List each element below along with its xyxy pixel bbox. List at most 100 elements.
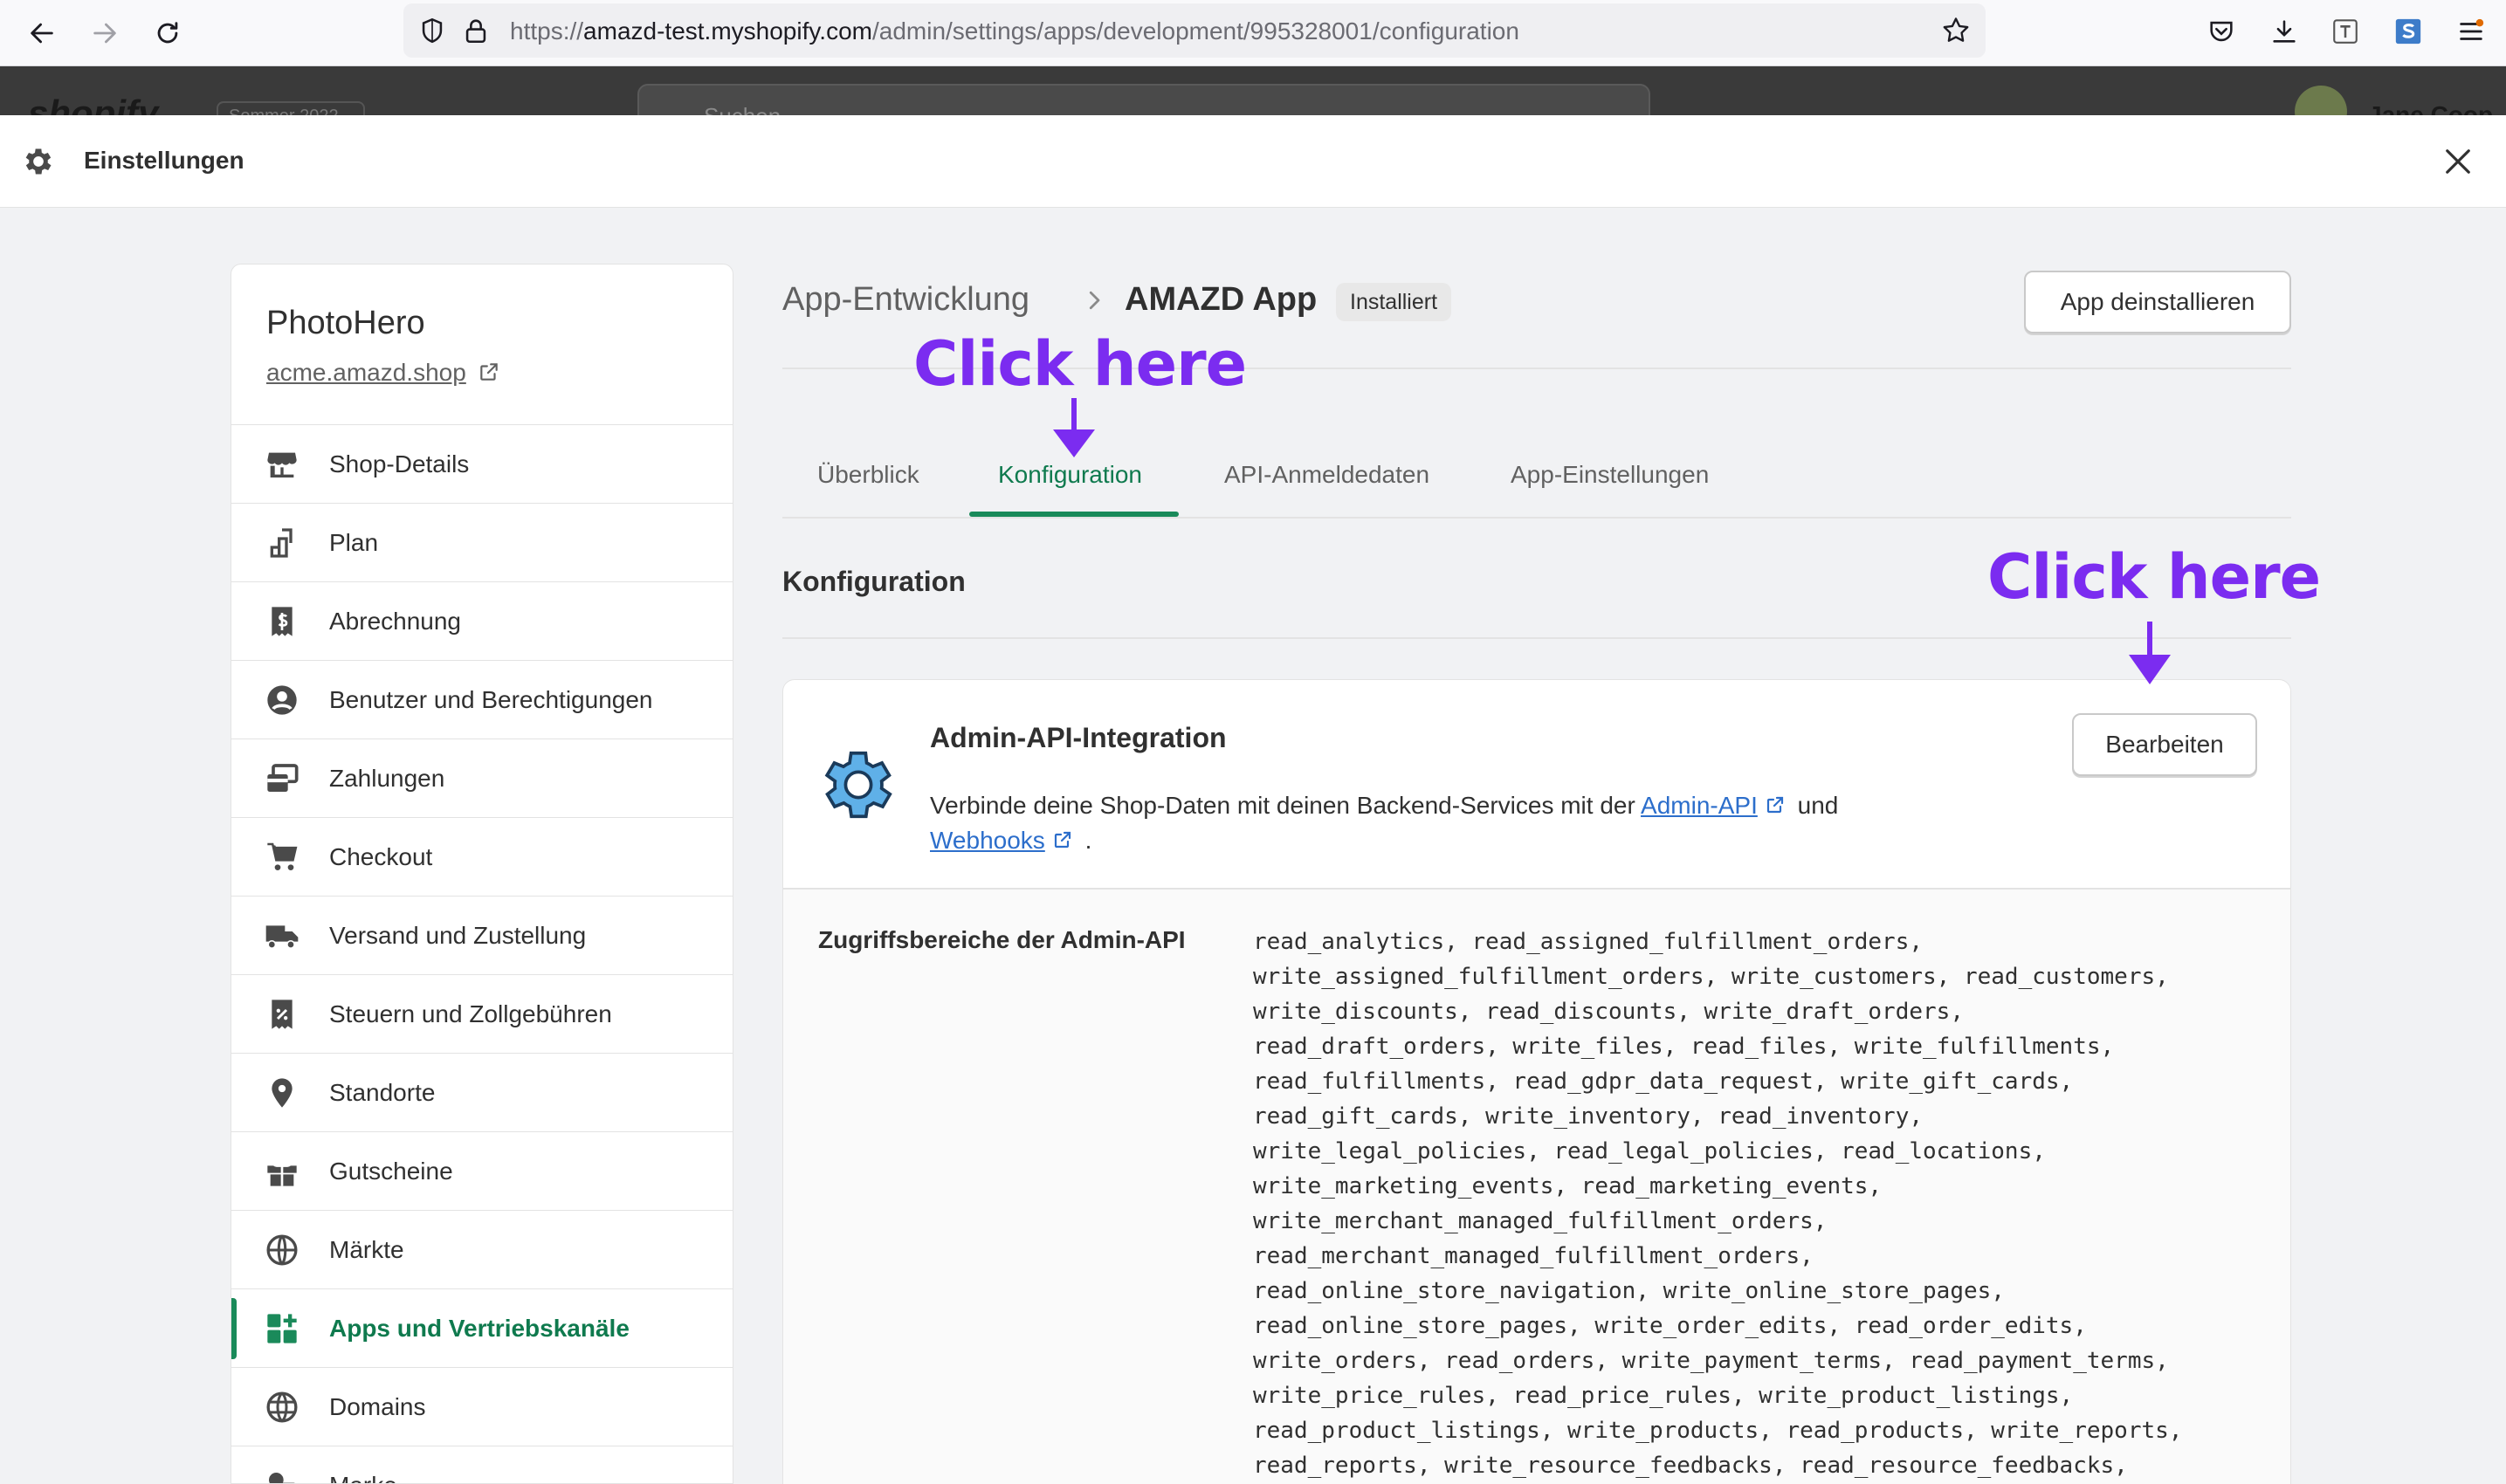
domain-globe-icon — [266, 1391, 298, 1423]
sidebar-item-taxes[interactable]: Steuern und Zollgebühren — [231, 975, 733, 1054]
tax-icon — [272, 1000, 293, 1029]
sidebar-item-shipping[interactable]: Versand und Zustellung — [231, 897, 733, 975]
settings-sidebar: PhotoHero acme.amazd.shop Shop-Details P… — [231, 264, 733, 1484]
text-extension-icon — [2333, 19, 2358, 44]
back-button[interactable] — [21, 12, 63, 54]
downloads-button[interactable] — [2267, 14, 2302, 49]
tab-api-credentials[interactable]: API-Anmeldedaten — [1224, 461, 1429, 489]
reload-icon — [157, 22, 178, 44]
sidebar-item-users[interactable]: Benutzer und Berechtigungen — [231, 661, 733, 739]
webhooks-link[interactable]: Webhooks — [930, 827, 1045, 854]
sidebar-item-label: Checkout — [329, 843, 433, 870]
close-icon[interactable] — [2440, 143, 2476, 180]
pocket-button[interactable] — [2204, 14, 2239, 49]
sidebar-item-gift-cards[interactable]: Gutscheine — [231, 1132, 733, 1211]
cog-icon — [824, 751, 892, 819]
tab-app-settings[interactable]: App-Einstellungen — [1511, 461, 1709, 489]
brand-icon — [269, 1473, 295, 1483]
sidebar-item-label: Steuern und Zollgebühren — [329, 1000, 612, 1027]
sidebar-item-label: Zahlungen — [329, 765, 445, 792]
sidebar-item-locations[interactable]: Standorte — [231, 1054, 733, 1132]
sidebar-item-label: Märkte — [329, 1236, 404, 1263]
sidebar-item-label: Benutzer und Berechtigungen — [329, 686, 653, 713]
apps-icon — [267, 1314, 297, 1343]
sidebar-item-shop-details[interactable]: Shop-Details — [231, 425, 733, 504]
scopes-label: Zugriffsbereiche der Admin-API — [818, 926, 1186, 953]
sidebar-item-domains[interactable]: Domains — [231, 1368, 733, 1446]
bookmark-star-icon[interactable] — [1940, 15, 1972, 46]
s-extension-icon — [2395, 18, 2421, 45]
status-badge: Installiert — [1336, 283, 1452, 321]
tab-bar: Überblick Konfiguration API-Anmeldedaten… — [782, 436, 2291, 519]
plan-icon — [270, 528, 293, 558]
pocket-icon — [2210, 21, 2233, 42]
url-text: https://amazd-test.myshopify.com/admin/s… — [510, 17, 1519, 45]
divider — [782, 637, 2291, 639]
admin-api-integration-card: Admin-API-Integration Verbinde deine Sho… — [782, 679, 2291, 1484]
section-title: Konfiguration — [782, 566, 966, 597]
s-extension-button[interactable] — [2391, 14, 2426, 49]
browser-toolbar: https://amazd-test.myshopify.com/admin/s… — [0, 0, 2506, 66]
breadcrumb-app-development[interactable]: App-Entwicklung — [782, 281, 1029, 319]
menu-button[interactable] — [2454, 14, 2489, 49]
active-tab-indicator — [969, 512, 1179, 517]
sidebar-item-billing[interactable]: Abrechnung — [231, 582, 733, 661]
external-link-icon[interactable] — [1052, 829, 1073, 850]
card-description: Verbinde deine Shop-Daten mit deinen Bac… — [930, 792, 1839, 854]
external-link-icon[interactable] — [478, 361, 500, 383]
avatar — [2295, 86, 2347, 119]
markets-globe-icon — [266, 1234, 298, 1266]
arrow-left-icon — [31, 23, 53, 44]
lock-icon[interactable] — [461, 16, 491, 45]
sidebar-item-label: Standorte — [329, 1079, 436, 1106]
reload-button[interactable] — [147, 12, 189, 54]
sidebar-item-payments[interactable]: Zahlungen — [231, 739, 733, 818]
sidebar-item-plan[interactable]: Plan — [231, 504, 733, 582]
shop-url-link[interactable]: acme.amazd.shop — [266, 359, 466, 387]
forward-button[interactable] — [84, 12, 126, 54]
tab-configuration[interactable]: Konfiguration — [998, 461, 1142, 489]
cart-icon — [267, 842, 298, 870]
annotation-tab-hint: Click here — [913, 328, 1247, 400]
settings-modal-header: Einstellungen — [0, 115, 2506, 208]
annotation-edit-hint: Click here — [1987, 541, 2321, 613]
sidebar-item-apps[interactable]: Apps und Vertriebskanäle — [231, 1289, 733, 1368]
admin-api-link[interactable]: Admin-API — [1641, 792, 1758, 819]
translate-extension-button[interactable] — [2328, 14, 2363, 49]
shield-icon[interactable] — [417, 16, 447, 45]
admin-top-bar: shopify Sommer 2022 Suchen Jane Coop — [0, 66, 2506, 119]
sidebar-item-label: Domains — [329, 1393, 426, 1420]
truck-icon — [265, 925, 299, 949]
card-title: Admin-API-Integration — [930, 722, 1227, 753]
gift-icon — [267, 1158, 297, 1186]
tab-overview[interactable]: Überblick — [817, 461, 919, 489]
sidebar-item-label: Versand und Zustellung — [329, 922, 587, 949]
shop-header: PhotoHero acme.amazd.shop — [231, 265, 733, 425]
edit-button[interactable]: Bearbeiten — [2072, 713, 2257, 776]
sidebar-item-label: Gutscheine — [329, 1158, 453, 1185]
external-link-icon[interactable] — [1765, 794, 1786, 815]
admin-search-input: Suchen — [637, 84, 1650, 119]
scopes-list: read_analytics, read_assigned_fulfillmen… — [1253, 929, 2183, 1479]
payment-card-icon — [267, 764, 299, 792]
url-bar[interactable]: https://amazd-test.myshopify.com/admin/s… — [403, 3, 1986, 58]
location-pin-icon — [272, 1078, 293, 1108]
user-icon — [267, 685, 297, 715]
uninstall-app-button[interactable]: App deinstallieren — [2024, 271, 2291, 333]
sidebar-item-label: Abrechnung — [329, 608, 462, 635]
sidebar-item-brand[interactable]: Marke — [231, 1446, 733, 1483]
modal-title: Einstellungen — [84, 147, 244, 174]
billing-icon — [272, 607, 293, 636]
page-title: AMAZD App — [1125, 281, 1318, 318]
sidebar-item-markets[interactable]: Märkte — [231, 1211, 733, 1289]
sidebar-item-checkout[interactable]: Checkout — [231, 818, 733, 897]
annotation-arrow-down-icon — [1053, 398, 1095, 457]
chevron-right-icon — [1089, 291, 1100, 310]
arrow-right-icon — [93, 23, 116, 44]
gear-icon — [25, 148, 52, 175]
hamburger-menu-icon — [2460, 18, 2484, 40]
sidebar-item-label: Plan — [329, 529, 379, 556]
store-icon — [267, 452, 297, 477]
shop-name: PhotoHero — [266, 305, 425, 341]
download-icon — [2273, 20, 2296, 43]
